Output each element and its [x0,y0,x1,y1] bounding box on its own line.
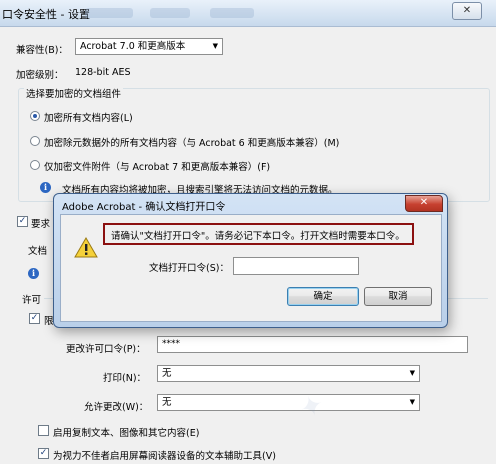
print-select[interactable]: 无 ▼ [157,365,420,382]
restrict-checkbox[interactable]: ✓ [29,313,40,324]
accessibility-label[interactable]: 为视力不佳者启用屏幕阅读器设备的文本辅助工具(V) [53,448,276,462]
watermark-decoration: ✦ [295,386,329,427]
close-icon: ✕ [462,5,472,16]
components-heading: 选择要加密的文档组件 [24,86,124,100]
dialog-close-button[interactable]: ✕ [405,195,443,212]
info-icon: i [40,182,51,193]
dialog-title: Adobe Acrobat - 确认文档打开口令 [62,202,226,213]
radio-encrypt-all-label[interactable]: 加密所有文档内容(L) [44,110,133,124]
blurred-tab [150,8,190,18]
blurred-tab [210,8,254,18]
changes-select[interactable]: 无 ▼ [157,394,420,411]
changes-select-value: 无 [162,397,172,408]
window-close-button[interactable]: ✕ [452,2,482,20]
changes-label: 允许更改(W)： [84,402,149,413]
ok-button[interactable]: 确定 [287,287,359,306]
radio-encrypt-all[interactable] [30,111,40,121]
enable-copy-checkbox[interactable] [38,425,49,436]
compat-select[interactable]: Acrobat 7.0 和更高版本 ▼ [75,38,223,55]
change-password-label: 更改许可口令(P)： [66,344,146,355]
window-titlebar: 口令安全性 - 设置 ✕ [0,0,496,27]
open-password-input[interactable] [233,257,359,275]
radio-encrypt-attachments-label[interactable]: 仅加密文件附件（与 Acrobat 7 和更高版本兼容）(F) [44,159,270,173]
chevron-down-icon: ▼ [212,42,218,50]
close-icon: ✕ [419,197,429,208]
permissions-label: 许可 [22,295,42,306]
print-label: 打印(N)： [103,373,147,384]
doc-open-label: 文档 [28,246,48,257]
print-select-value: 无 [162,368,172,379]
chevron-down-icon: ▼ [409,369,415,377]
confirm-password-dialog: Adobe Acrobat - 确认文档打开口令 ✕ 请确认"文档打开口令"。请… [53,193,448,328]
open-password-label: 文档打开口令(S)： [149,263,229,274]
window-title: 口令安全性 - 设置 [2,8,90,21]
blurred-tab [85,8,133,18]
compat-select-value: Acrobat 7.0 和更高版本 [80,41,186,52]
enable-copy-label[interactable]: 启用复制文本、图像和其它内容(E) [53,425,199,439]
dialog-message: 请确认"文档打开口令"。请务必记下本口令。打开文档时需要本口令。 [111,231,405,242]
radio-encrypt-attachments[interactable] [30,160,40,170]
compat-label: 兼容性(B)： [16,45,68,56]
cancel-button[interactable]: 取消 [364,287,432,306]
chevron-down-icon: ▼ [409,398,415,406]
require-open-checkbox[interactable]: ✓ [17,216,28,227]
encryption-level-label: 加密级别： [16,70,64,81]
accessibility-checkbox[interactable]: ✓ [38,448,49,459]
dialog-body: 请确认"文档打开口令"。请务必记下本口令。打开文档时需要本口令。 文档打开口令(… [60,214,442,322]
change-password-input[interactable]: **** [157,336,468,353]
change-password-value: **** [162,339,180,349]
warning-icon [74,237,98,258]
dialog-message-highlight: 请确认"文档打开口令"。请务必记下本口令。打开文档时需要本口令。 [103,223,414,245]
info-icon: i [28,268,39,279]
radio-encrypt-except-metadata[interactable] [30,136,40,146]
encryption-level-value: 128-bit AES [75,67,131,78]
require-open-label[interactable]: 要求 [31,216,50,230]
radio-encrypt-except-metadata-label[interactable]: 加密除元数据外的所有文档内容（与 Acrobat 6 和更高版本兼容）(M) [44,135,339,149]
